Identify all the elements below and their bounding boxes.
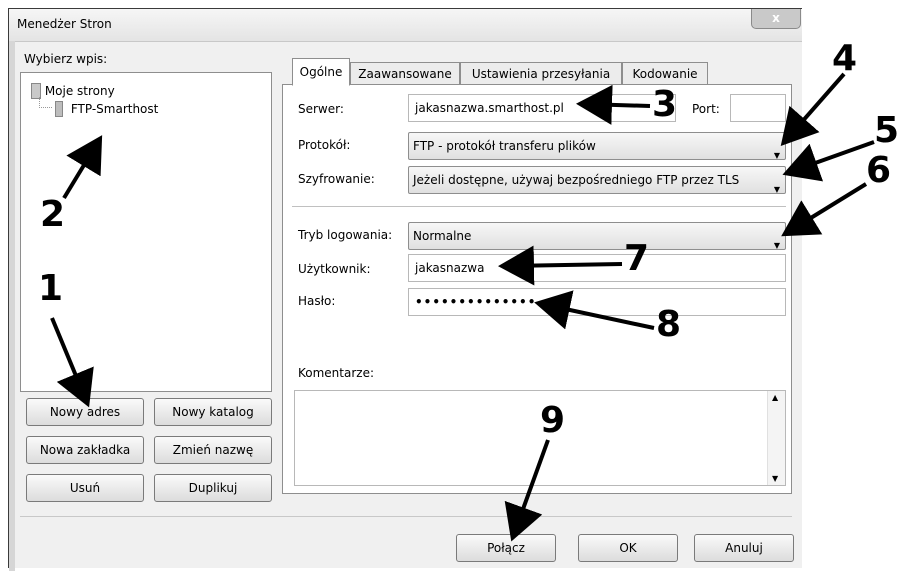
callout-8: 8 <box>656 304 682 345</box>
connect-button[interactable]: Połącz <box>456 534 556 562</box>
ok-button[interactable]: OK <box>578 534 678 562</box>
protocol-select[interactable]: FTP - protokół transferu plików ▼ <box>408 132 786 160</box>
password-label: Hasło: <box>298 294 336 308</box>
window-title: Menedżer Stron <box>17 17 112 31</box>
port-label: Port: <box>692 102 720 116</box>
encryption-select[interactable]: Jeżeli dostępne, używaj bezpośredniego F… <box>408 166 786 194</box>
tab-advanced[interactable]: Zaawansowane <box>350 62 460 86</box>
user-label: Użytkownik: <box>298 262 371 276</box>
server-icon <box>55 101 63 117</box>
rename-button[interactable]: Zmień nazwę <box>154 436 272 464</box>
title-bar: Menedżer Stron x <box>9 9 802 42</box>
tab-charset[interactable]: Kodowanie <box>622 62 708 86</box>
port-input[interactable] <box>730 94 786 122</box>
callout-6: 6 <box>866 150 892 191</box>
footer-separator <box>20 516 792 517</box>
cancel-button[interactable]: Anuluj <box>694 534 794 562</box>
tree-item-ftp-smarthost[interactable]: FTP-Smarthost <box>55 101 158 117</box>
chevron-down-icon: ▼ <box>773 185 780 194</box>
server-input[interactable]: jakasnazwa.smarthost.pl <box>408 94 676 122</box>
tab-transfer-settings[interactable]: Ustawienia przesyłania <box>460 62 622 86</box>
comments-scrollbar[interactable]: ▲ ▼ <box>767 391 785 485</box>
new-address-button[interactable]: Nowy adres <box>26 398 144 426</box>
encryption-label: Szyfrowanie: <box>298 172 375 186</box>
logon-type-value: Normalne <box>413 229 472 243</box>
callout-9: 9 <box>540 400 566 441</box>
tab-general[interactable]: Ogólne <box>292 58 350 86</box>
tree-connector <box>39 97 52 108</box>
arrow-5 <box>782 140 875 182</box>
tree-item-ftp-smarthost-label: FTP-Smarthost <box>70 102 159 116</box>
callout-4: 4 <box>832 38 858 79</box>
callout-7: 7 <box>624 238 650 279</box>
form-separator <box>292 206 786 207</box>
duplicate-button[interactable]: Duplikuj <box>154 474 272 502</box>
logon-type-select[interactable]: Normalne ▼ <box>408 222 786 250</box>
password-input[interactable]: •••••••••••••• <box>408 288 786 316</box>
select-entry-label: Wybierz wpis: <box>24 52 108 66</box>
user-input[interactable]: jakasnazwa <box>408 254 786 282</box>
callout-5: 5 <box>874 110 900 151</box>
close-button[interactable]: x <box>751 9 801 29</box>
window-left-strip <box>9 41 15 571</box>
server-label: Serwer: <box>298 102 344 116</box>
down-arrow-icon[interactable]: ▼ <box>772 474 778 483</box>
up-arrow-icon[interactable]: ▲ <box>772 393 778 402</box>
logon-type-label: Tryb logowania: <box>298 228 393 242</box>
protocol-value: FTP - protokół transferu plików <box>413 139 596 153</box>
callout-3: 3 <box>652 84 678 125</box>
comments-label: Komentarze: <box>298 366 375 380</box>
new-bookmark-button[interactable]: Nowa zakładka <box>26 436 144 464</box>
tree-item-root-label: Moje strony <box>44 84 115 98</box>
callout-2: 2 <box>40 194 66 235</box>
encryption-value: Jeżeli dostępne, używaj bezpośredniego F… <box>413 173 740 187</box>
delete-button[interactable]: Usuń <box>26 474 144 502</box>
new-folder-button[interactable]: Nowy katalog <box>154 398 272 426</box>
protocol-label: Protokół: <box>298 138 351 152</box>
callout-1: 1 <box>38 268 64 309</box>
